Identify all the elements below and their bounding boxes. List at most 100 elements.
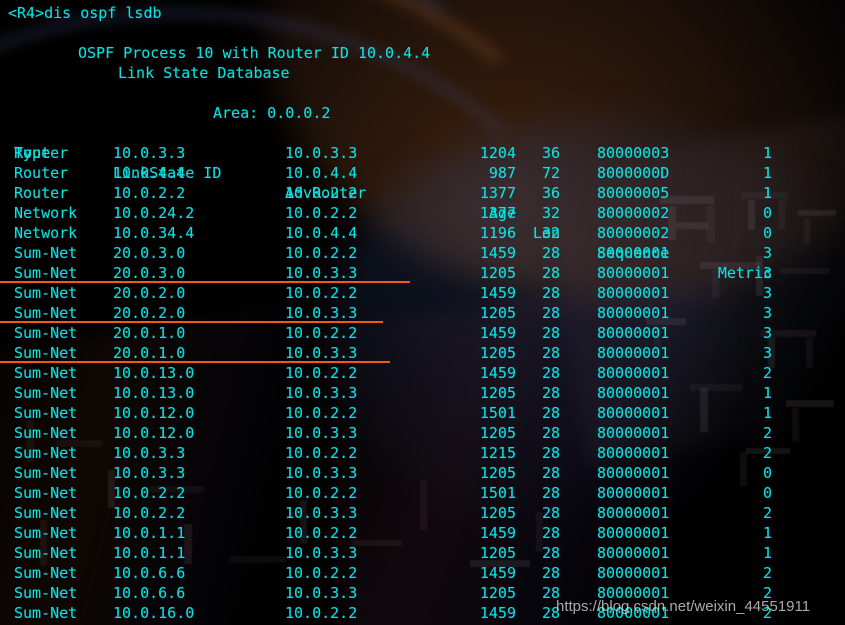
cell-linkstate-id: 10.0.2.2 — [113, 184, 186, 202]
cell-type: Sum-Net — [14, 404, 78, 422]
cell-advrouter: 10.0.2.2 — [285, 484, 358, 502]
cell-linkstate-id: 10.0.6.6 — [113, 584, 186, 602]
cell-advrouter: 10.0.4.4 — [285, 164, 358, 182]
cell-type: Router — [14, 144, 69, 162]
cell-type: Network — [14, 204, 78, 222]
cell-metric: 1 — [762, 544, 772, 562]
cell-advrouter: 10.0.2.2 — [285, 324, 358, 342]
cell-sequence: 80000001 — [597, 364, 670, 382]
cell-advrouter: 10.0.3.3 — [285, 464, 358, 482]
cell-age: 1459 — [479, 244, 516, 262]
cell-advrouter: 10.0.2.2 — [285, 284, 358, 302]
terminal-output: <R4>dis ospf lsdb OSPF Process 10 with R… — [0, 0, 845, 625]
cell-age: 1501 — [479, 404, 516, 422]
cell-len: 28 — [541, 504, 560, 522]
cell-metric: 1 — [762, 164, 772, 182]
table-row: Sum-Net 20.0.2.0 10.0.3.3 1205 28 80000001 3 — [0, 303, 845, 323]
cell-linkstate-id: 20.0.1.0 — [113, 324, 186, 342]
cell-len: 28 — [541, 244, 560, 262]
cell-metric: 0 — [762, 224, 772, 242]
table-row: Sum-Net 20.0.3.0 10.0.3.3 1205 28 80000001 3 — [0, 263, 845, 283]
cell-type: Sum-Net — [14, 284, 78, 302]
cell-type: Sum-Net — [14, 304, 78, 322]
cell-sequence: 80000005 — [597, 184, 670, 202]
cell-len: 28 — [541, 564, 560, 582]
cell-sequence: 8000000D — [597, 164, 670, 182]
cell-sequence: 80000001 — [597, 524, 670, 542]
cell-age: 1459 — [479, 524, 516, 542]
cell-metric: 3 — [762, 244, 772, 262]
cell-type: Sum-Net — [14, 604, 78, 622]
cell-sequence: 80000001 — [597, 444, 670, 462]
cell-age: 1205 — [479, 304, 516, 322]
cell-metric: 3 — [762, 344, 772, 362]
cell-len: 28 — [541, 404, 560, 422]
cell-sequence: 80000001 — [597, 464, 670, 482]
cell-type: Sum-Net — [14, 504, 78, 522]
cell-sequence: 80000001 — [597, 404, 670, 422]
cell-type: Network — [14, 224, 78, 242]
cell-linkstate-id: 10.0.2.2 — [113, 504, 186, 522]
cell-sequence: 80000001 — [597, 344, 670, 362]
cell-sequence: 80000001 — [597, 504, 670, 522]
cell-len: 28 — [541, 464, 560, 482]
cell-age: 1205 — [479, 584, 516, 602]
terminal-window[interactable]: <R4>dis ospf lsdb OSPF Process 10 with R… — [0, 0, 845, 625]
table-row: Sum-Net 20.0.2.0 10.0.2.2 1459 28 80000001 3 — [0, 283, 845, 303]
cell-len: 28 — [541, 364, 560, 382]
cell-linkstate-id: 10.0.12.0 — [113, 424, 195, 442]
table-row: Sum-Net 20.0.3.0 10.0.2.2 1459 28 80000001 3 — [0, 243, 845, 263]
table-row: Sum-Net 10.0.13.0 10.0.3.3 1205 28 80000001 1 — [0, 383, 845, 403]
cell-advrouter: 10.0.2.2 — [285, 604, 358, 622]
cell-age: 1205 — [479, 544, 516, 562]
area-label: Area: 0.0.0.2 — [213, 104, 331, 122]
table-row: Sum-Net 10.0.2.2 10.0.3.3 1205 28 80000001 2 — [0, 503, 845, 523]
cell-type: Sum-Net — [14, 244, 78, 262]
cell-advrouter: 10.0.2.2 — [285, 524, 358, 542]
cell-sequence: 80000002 — [597, 204, 670, 222]
cell-advrouter: 10.0.3.3 — [285, 544, 358, 562]
cell-advrouter: 10.0.2.2 — [285, 204, 358, 222]
cell-advrouter: 10.0.2.2 — [285, 404, 358, 422]
cell-linkstate-id: 10.0.3.3 — [113, 444, 186, 462]
table-row: Sum-Net 20.0.1.0 10.0.2.2 1459 28 80000001 3 — [0, 323, 845, 343]
cell-age: 1377 — [479, 204, 516, 222]
table-row: Router 10.0.3.3 10.0.3.3 1204 36 80000003 1 — [0, 143, 845, 163]
table-row: Sum-Net 10.0.3.3 10.0.2.2 1215 28 80000001 2 — [0, 443, 845, 463]
cell-type: Sum-Net — [14, 424, 78, 442]
cell-metric: 0 — [762, 484, 772, 502]
cell-sequence: 80000001 — [597, 484, 670, 502]
cell-advrouter: 10.0.3.3 — [285, 504, 358, 522]
cell-len: 36 — [541, 184, 560, 202]
cell-type: Sum-Net — [14, 344, 78, 362]
cell-len: 36 — [541, 144, 560, 162]
cell-linkstate-id: 10.0.1.1 — [113, 524, 186, 542]
cell-advrouter: 10.0.2.2 — [285, 564, 358, 582]
cell-type: Sum-Net — [14, 324, 78, 342]
cell-advrouter: 10.0.3.3 — [285, 584, 358, 602]
cell-len: 28 — [541, 344, 560, 362]
cell-type: Sum-Net — [14, 384, 78, 402]
cell-advrouter: 10.0.3.3 — [285, 424, 358, 442]
cell-linkstate-id: 10.0.3.3 — [113, 464, 186, 482]
cell-linkstate-id: 10.0.13.0 — [113, 364, 195, 382]
table-row: Sum-Net 10.0.13.0 10.0.2.2 1459 28 80000001 2 — [0, 363, 845, 383]
cell-age: 1459 — [479, 564, 516, 582]
cell-age: 1205 — [479, 464, 516, 482]
cell-metric: 2 — [762, 504, 772, 522]
cell-linkstate-id: 20.0.2.0 — [113, 284, 186, 302]
cell-type: Sum-Net — [14, 444, 78, 462]
annotation-underline-3 — [0, 361, 390, 363]
cell-len: 28 — [541, 544, 560, 562]
cell-metric: 1 — [762, 524, 772, 542]
cell-sequence: 80000002 — [597, 224, 670, 242]
cell-advrouter: 10.0.3.3 — [285, 304, 358, 322]
table-row: Network 10.0.34.4 10.0.4.4 1196 32 80000002 0 — [0, 223, 845, 243]
table-row: Sum-Net 10.0.1.1 10.0.2.2 1459 28 80000001 1 — [0, 523, 845, 543]
cell-len: 28 — [541, 444, 560, 462]
cell-linkstate-id: 10.0.1.1 — [113, 544, 186, 562]
cell-age: 1205 — [479, 344, 516, 362]
table-row: Sum-Net 10.0.12.0 10.0.2.2 1501 28 80000001 1 — [0, 403, 845, 423]
cell-len: 28 — [541, 604, 560, 622]
cell-age: 1196 — [479, 224, 516, 242]
